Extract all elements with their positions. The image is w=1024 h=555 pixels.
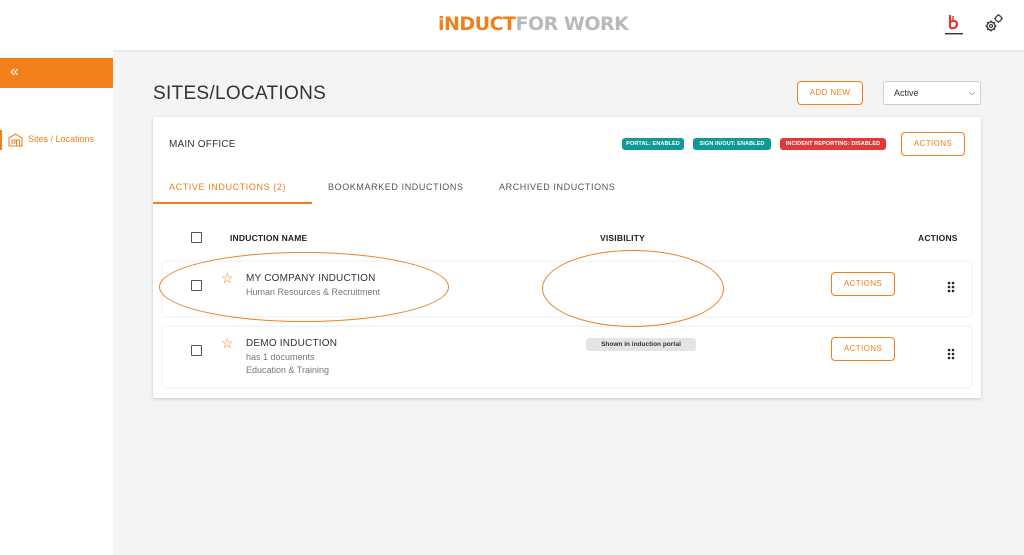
logo-part-for-work: FOR WORK — [515, 13, 629, 35]
active-tab-underline — [153, 202, 312, 204]
tab-archived-inductions[interactable]: ARCHIVED INDUCTIONS — [499, 182, 615, 192]
sidebar-item-sites-locations[interactable]: Sites / Locations — [0, 130, 113, 150]
site-actions-button[interactable]: ACTIONS — [901, 132, 965, 156]
active-indicator — [0, 130, 2, 150]
top-bar: iNDUCTFOR WORK — [0, 0, 1024, 50]
app-logo[interactable]: iNDUCTFOR WORK — [438, 13, 629, 35]
visibility-badge: Shown in induction portal — [586, 338, 696, 351]
induction-document-count: has 1 documents — [246, 352, 315, 362]
settings-gear-icon[interactable] — [983, 12, 1005, 34]
sidebar: « Sites / Locations — [0, 50, 113, 555]
row-checkbox[interactable] — [191, 345, 202, 356]
drag-handle-icon[interactable] — [947, 348, 955, 360]
row-actions-button[interactable]: ACTIONS — [831, 337, 895, 361]
sidebar-collapse-button[interactable]: « — [0, 58, 113, 88]
bookmark-star-icon[interactable]: ☆ — [221, 335, 234, 352]
table-row: ☆ MY COMPANY INDUCTION Human Resources &… — [163, 262, 971, 316]
tab-bookmarked-inductions[interactable]: BOOKMARKED INDUCTIONS — [328, 182, 464, 192]
chevron-down-icon: ⌵ — [968, 88, 975, 97]
portal-status-badge: PORTAL: ENABLED — [622, 138, 684, 150]
status-filter-select[interactable]: Active ⌵ — [883, 81, 981, 105]
drag-handle-icon[interactable] — [947, 281, 955, 293]
column-header-visibility: VISIBILITY — [600, 233, 645, 243]
chevron-double-left-icon: « — [10, 63, 19, 80]
page-title: SITES/LOCATIONS — [153, 83, 327, 104]
column-header-induction-name: INDUCTION NAME — [230, 233, 308, 243]
induction-category: Human Resources & Recruitment — [246, 287, 381, 297]
logo-part-induct: iNDUCT — [438, 13, 516, 35]
add-new-button[interactable]: ADD NEW — [797, 81, 863, 105]
row-actions-button[interactable]: ACTIONS — [831, 272, 895, 296]
induction-name[interactable]: MY COMPANY INDUCTION — [246, 273, 376, 284]
brand-logo-icon[interactable] — [944, 13, 964, 37]
tab-active-inductions[interactable]: ACTIVE INDUCTIONS (2) — [169, 182, 286, 192]
induction-name[interactable]: DEMO INDUCTION — [246, 338, 337, 349]
incident-reporting-status-badge: INCIDENT REPORTING: DISABLED — [780, 138, 886, 150]
row-checkbox[interactable] — [191, 280, 202, 291]
sites-icon — [8, 133, 23, 147]
site-name: MAIN OFFICE — [169, 139, 236, 150]
table-row: ☆ DEMO INDUCTION has 1 documents Educati… — [163, 327, 971, 387]
status-filter-value: Active — [894, 88, 919, 98]
sign-in-out-status-badge: SIGN IN/OUT: ENABLED — [693, 138, 771, 150]
column-header-actions: ACTIONS — [918, 233, 958, 243]
select-all-checkbox[interactable] — [191, 232, 202, 243]
bookmark-star-icon[interactable]: ☆ — [221, 270, 234, 287]
site-card: MAIN OFFICE PORTAL: ENABLED SIGN IN/OUT:… — [153, 117, 981, 398]
sidebar-item-label: Sites / Locations — [28, 134, 95, 144]
induction-category: Education & Training — [246, 365, 330, 375]
